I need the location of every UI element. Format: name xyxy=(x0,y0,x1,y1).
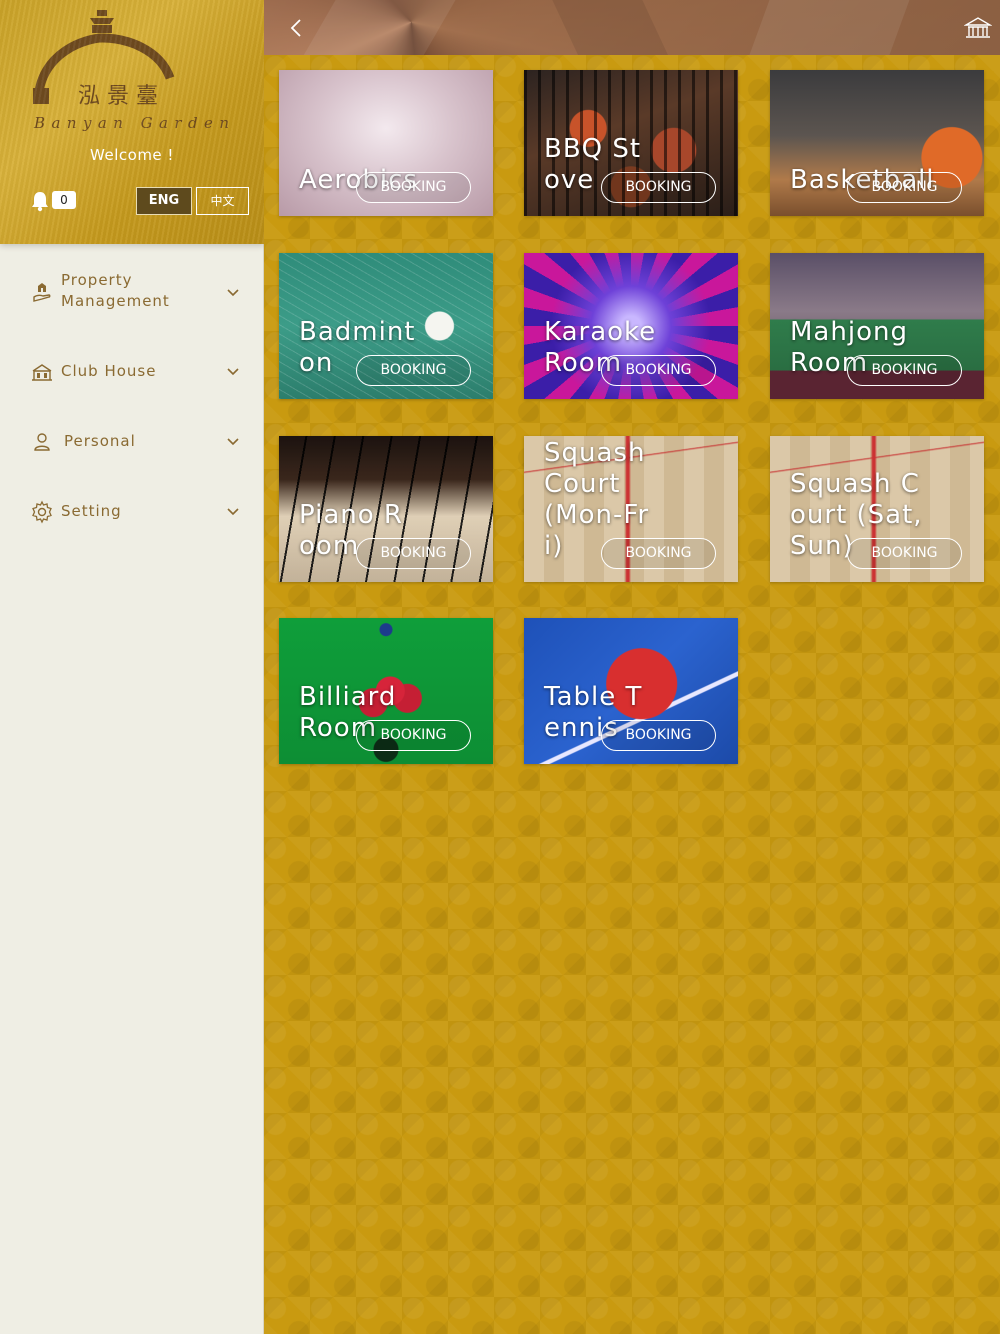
facility-grid: Aerobics BOOKING BBQ Stove BOOKING Baske… xyxy=(264,55,1000,1334)
facility-card-table-tennis[interactable]: Table Tennis BOOKING xyxy=(524,618,738,764)
facility-card-mahjong-room[interactable]: Mahjong Room BOOKING xyxy=(770,253,984,399)
clubhouse-icon xyxy=(32,364,52,381)
chevron-down-icon xyxy=(227,508,239,516)
language-eng-button[interactable]: ENG xyxy=(136,187,192,215)
chevron-down-icon xyxy=(227,368,239,376)
banyan-garden-logo: 泓 景 臺 Banyan Garden xyxy=(33,10,229,132)
facility-card-basketball[interactable]: Basketball BOOKING xyxy=(770,70,984,216)
booking-button[interactable]: BOOKING xyxy=(601,538,716,569)
booking-button[interactable]: BOOKING xyxy=(847,538,962,569)
facility-card-aerobics[interactable]: Aerobics BOOKING xyxy=(279,70,493,216)
back-chevron-icon[interactable] xyxy=(286,16,306,40)
facility-card-piano-room[interactable]: Piano Room BOOKING xyxy=(279,436,493,582)
facility-card-karaoke-room[interactable]: Karaoke Room BOOKING xyxy=(524,253,738,399)
property-hand-icon xyxy=(33,283,51,302)
menu-label-personal: Personal xyxy=(64,432,136,450)
menu-item-club-house[interactable]: Club House xyxy=(0,354,264,390)
chevron-down-icon xyxy=(227,438,239,446)
welcome-text: Welcome ! xyxy=(90,146,174,164)
logo-english-name: Banyan Garden xyxy=(33,114,229,132)
menu-item-setting[interactable]: Setting xyxy=(0,494,264,530)
booking-button[interactable]: BOOKING xyxy=(356,355,471,386)
topbar-pattern xyxy=(747,0,921,55)
facility-card-billiard-room[interactable]: Billiard Room BOOKING xyxy=(279,618,493,764)
gear-icon xyxy=(32,500,52,524)
person-icon xyxy=(34,433,50,451)
facility-card-bbq-stove[interactable]: BBQ Stove BOOKING xyxy=(524,70,738,216)
booking-button[interactable]: BOOKING xyxy=(601,172,716,203)
booking-button[interactable]: BOOKING xyxy=(847,172,962,203)
facility-card-squash-court-weekday[interactable]: Squash Court (Mon-Fri) BOOKING xyxy=(524,436,738,582)
booking-button[interactable]: BOOKING xyxy=(356,172,471,203)
booking-button[interactable]: BOOKING xyxy=(356,538,471,569)
topbar-pattern xyxy=(300,0,468,55)
booking-button[interactable]: BOOKING xyxy=(601,720,716,751)
facility-card-squash-court-weekend[interactable]: Squash Court (Sat,Sun) BOOKING xyxy=(770,436,984,582)
menu-label-setting: Setting xyxy=(61,502,122,520)
menu-label-club-house: Club House xyxy=(61,362,157,380)
bell-icon[interactable] xyxy=(30,190,50,212)
booking-button[interactable]: BOOKING xyxy=(356,720,471,751)
chevron-down-icon xyxy=(227,289,239,297)
menu-label-property-management: Property Management xyxy=(61,271,170,310)
sidebar: 泓 景 臺 Banyan Garden Welcome ! 0 ENG 中文 P… xyxy=(0,0,264,1334)
booking-button[interactable]: BOOKING xyxy=(601,355,716,386)
logo-chinese-name: 泓 景 臺 xyxy=(78,84,158,109)
notification-count-badge: 0 xyxy=(52,191,76,209)
menu-item-personal[interactable]: Personal xyxy=(0,424,264,460)
menu-item-property-management[interactable]: Property Management xyxy=(0,266,264,322)
booking-button[interactable]: BOOKING xyxy=(847,355,962,386)
language-chinese-button[interactable]: 中文 xyxy=(196,187,249,215)
topbar-pattern xyxy=(547,0,671,55)
top-bar xyxy=(264,0,1000,55)
facility-card-badminton[interactable]: Badminton BOOKING xyxy=(279,253,493,399)
clubhouse-home-icon[interactable] xyxy=(964,16,992,40)
sidebar-header: 泓 景 臺 Banyan Garden Welcome ! 0 ENG 中文 xyxy=(0,0,264,244)
